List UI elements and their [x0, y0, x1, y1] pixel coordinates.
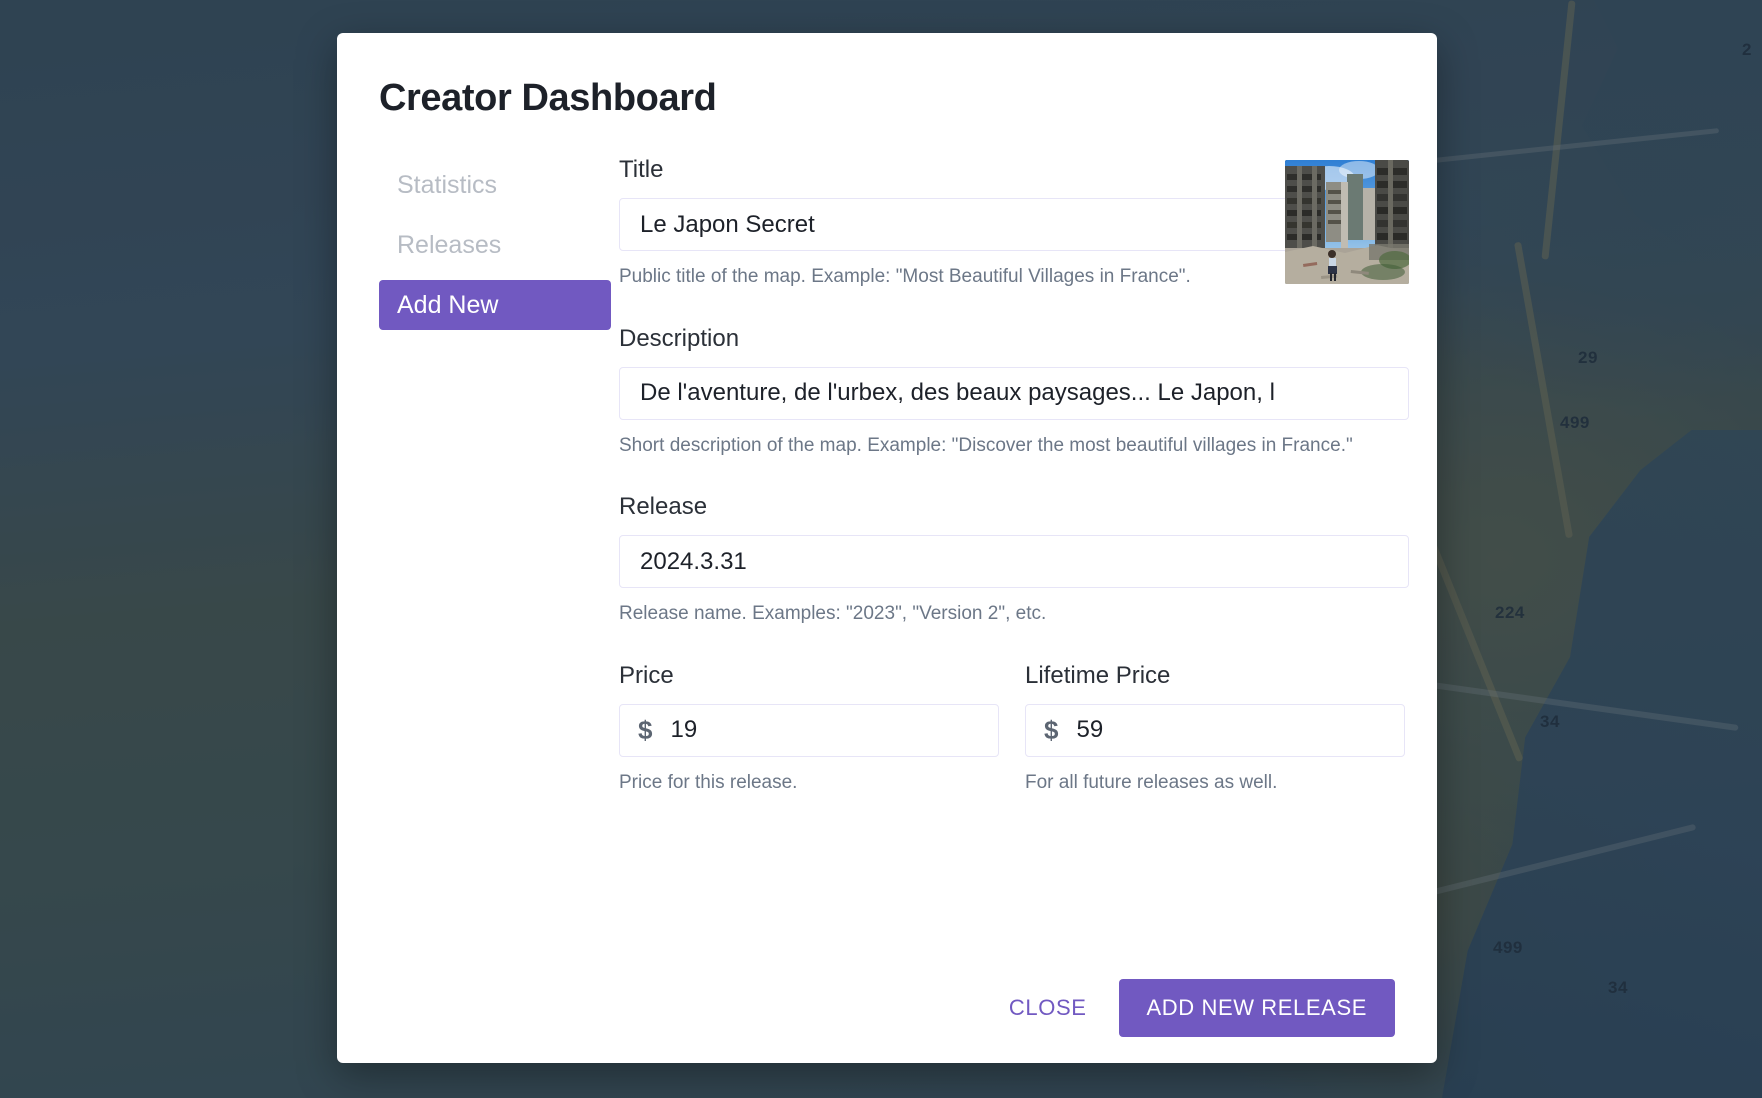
dollar-icon: $ — [638, 717, 652, 743]
description-helper-text: Short description of the map. Example: "… — [619, 432, 1409, 460]
lifetime-price-input[interactable] — [1074, 715, 1386, 745]
sidebar-item-label: Add New — [397, 291, 498, 319]
lifetime-price-helper-text: For all future releases as well. — [1025, 769, 1405, 797]
price-input[interactable] — [668, 715, 980, 745]
sidebar-item-add-new[interactable]: Add New — [379, 280, 611, 330]
description-input[interactable] — [619, 367, 1409, 420]
sidebar-item-label: Statistics — [397, 171, 497, 199]
price-column: Price $ Price for this release. — [619, 662, 999, 797]
dollar-icon: $ — [1044, 717, 1058, 743]
modal-sidebar: Statistics Releases Add New — [379, 156, 611, 796]
description-field-label: Description — [619, 325, 1409, 353]
lifetime-price-column: Lifetime Price $ For all future releases… — [1025, 662, 1405, 797]
map-cover-thumbnail[interactable] — [1285, 160, 1409, 284]
sidebar-item-label: Releases — [397, 231, 501, 259]
modal-title: Creator Dashboard — [379, 77, 1395, 120]
modal-body: Statistics Releases Add New — [379, 156, 1395, 796]
release-field-label: Release — [619, 493, 1409, 521]
sidebar-item-statistics[interactable]: Statistics — [379, 160, 611, 210]
price-row: Price $ Price for this release. Lifetime… — [619, 662, 1409, 797]
app-root: 2 29 499 224 34 499 34 Creator Dashboard… — [0, 0, 1762, 1098]
close-button[interactable]: CLOSE — [987, 981, 1109, 1035]
add-new-release-button[interactable]: ADD NEW RELEASE — [1119, 979, 1396, 1037]
price-field-label: Price — [619, 662, 999, 690]
release-input[interactable] — [619, 535, 1409, 588]
sidebar-item-releases[interactable]: Releases — [379, 220, 611, 270]
release-helper-text: Release name. Examples: "2023", "Version… — [619, 600, 1409, 628]
lifetime-price-field-label: Lifetime Price — [1025, 662, 1405, 690]
thumbnail-illustration — [1285, 160, 1409, 284]
add-new-release-form: Title Public title of the map. Example: … — [611, 156, 1409, 796]
modal-footer: CLOSE ADD NEW RELEASE — [987, 979, 1395, 1037]
price-input-wrapper[interactable]: $ — [619, 704, 999, 757]
creator-dashboard-modal: Creator Dashboard Statistics Releases Ad… — [337, 33, 1437, 1063]
price-helper-text: Price for this release. — [619, 769, 999, 797]
lifetime-price-input-wrapper[interactable]: $ — [1025, 704, 1405, 757]
